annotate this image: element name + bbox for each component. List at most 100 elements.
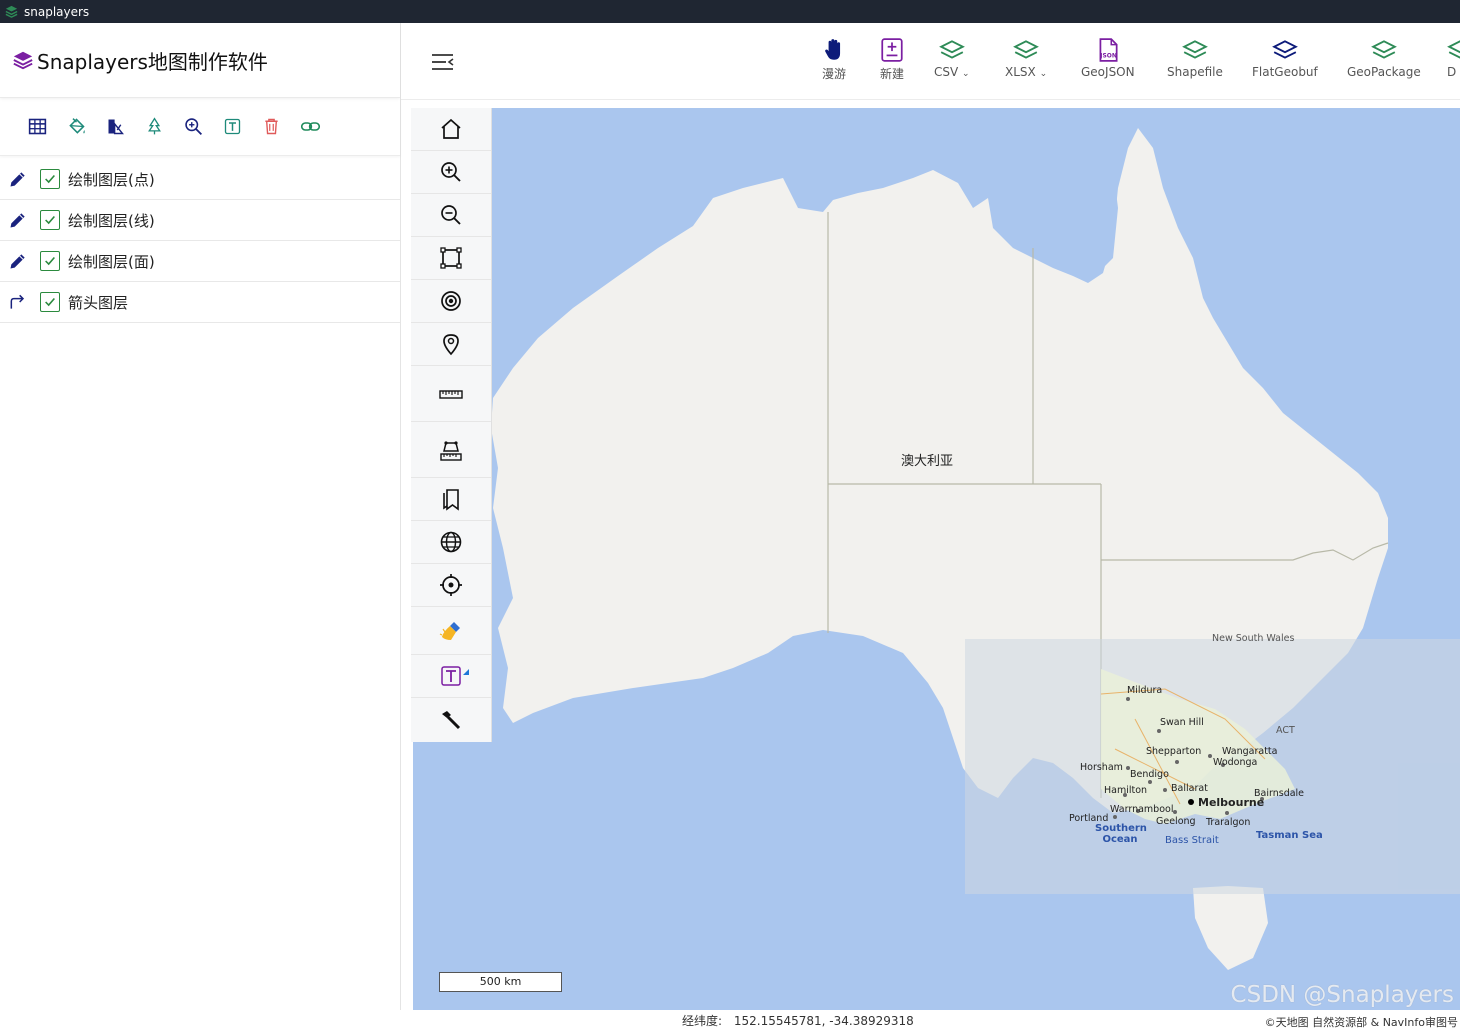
coordinate-label: 经纬度:: [682, 1014, 723, 1028]
inset-label-bass-strait: Bass Strait: [1165, 835, 1219, 846]
full-extent-button[interactable]: [411, 237, 491, 280]
zoom-in-button[interactable]: [411, 151, 491, 194]
link-button[interactable]: [291, 112, 330, 142]
style-fill-button[interactable]: [57, 112, 96, 142]
d-button[interactable]: D: [1447, 37, 1460, 87]
coordinate-value: 152.15545781, -34.38929318: [733, 1014, 914, 1028]
clear-button[interactable]: [411, 607, 491, 655]
new-label: 新建: [879, 67, 904, 81]
layer-name: 绘制图层(线): [68, 211, 155, 230]
layer-item[interactable]: 绘制图层(面): [0, 241, 400, 282]
hammer-icon: [442, 710, 461, 729]
geopackage-button[interactable]: GeoPackage: [1347, 37, 1421, 87]
inset-label-wodonga: Wodonga: [1213, 757, 1258, 768]
inset-label-swan-hill: Swan Hill: [1160, 717, 1204, 728]
layer-name: 箭头图层: [68, 293, 129, 312]
csv-button[interactable]: CSV ⌄: [934, 37, 970, 87]
bookmark-button[interactable]: [411, 478, 491, 521]
location-pin-button[interactable]: [411, 323, 491, 366]
delete-layer-button[interactable]: [252, 112, 291, 142]
symbology-button[interactable]: [96, 112, 135, 142]
measure-area-button[interactable]: [411, 422, 491, 478]
text-tool-button[interactable]: [411, 655, 491, 698]
globe-icon: [440, 531, 462, 553]
layer-checkbox[interactable]: [40, 210, 60, 230]
layer-name: 绘制图层(面): [68, 252, 155, 271]
pencil-icon[interactable]: [8, 251, 28, 271]
extent-icon: [440, 247, 462, 269]
home-icon: [441, 118, 461, 139]
bookmark-icon: [443, 489, 459, 511]
arrow-turn-icon: [8, 292, 28, 312]
text-tool-icon: [441, 666, 461, 686]
layers-icon: [938, 40, 965, 59]
pan-button[interactable]: 漫游: [821, 37, 847, 87]
inset-label-traralgon: Traralgon: [1206, 817, 1251, 828]
style-icon: [108, 119, 124, 135]
text-icon: [224, 118, 241, 135]
layers-icon: [1447, 40, 1460, 59]
window-title: snaplayers: [24, 4, 90, 19]
hammer-button[interactable]: [411, 698, 491, 741]
country-label: 澳大利亚: [901, 454, 954, 469]
inset-map: New South Wales Mildura Swan Hill ACT Sh…: [965, 633, 1460, 894]
label-button[interactable]: [213, 112, 252, 142]
inset-label-hamilton: Hamilton: [1104, 785, 1148, 796]
zoom-to-layer-button[interactable]: [174, 112, 213, 142]
flatgeobuf-button[interactable]: FlatGeobuf: [1252, 37, 1318, 87]
zoom-to-layer-icon: [185, 118, 202, 135]
geojson-label: GeoJSON: [1081, 65, 1135, 79]
watermark: CSDN @Snaplayers: [1230, 982, 1454, 1008]
inset-label-act: ACT: [1276, 725, 1295, 736]
map-canvas[interactable]: 澳大利亚 New South Wales Mildura Swan Hill A…: [413, 108, 1460, 1010]
measure-distance-button[interactable]: [411, 366, 491, 422]
home-button[interactable]: [411, 108, 491, 151]
locate-icon: [440, 574, 462, 596]
json-file-icon: JSON: [1099, 38, 1118, 62]
measure-area-icon: [440, 440, 462, 461]
layers-icon: [1271, 40, 1298, 59]
new-file-icon: [881, 38, 903, 62]
shapefile-button[interactable]: Shapefile: [1167, 37, 1223, 87]
zoom-out-button[interactable]: [411, 194, 491, 237]
inset-label-bendigo: Bendigo: [1130, 769, 1169, 780]
dropdown-corner-icon: [463, 669, 469, 675]
target-button[interactable]: [411, 280, 491, 323]
measure-distance-icon: [439, 389, 463, 399]
table-button[interactable]: [18, 112, 57, 142]
new-button[interactable]: 新建: [879, 37, 905, 87]
tree-button[interactable]: [135, 112, 174, 142]
location-pin-icon: [443, 334, 459, 356]
pencil-icon[interactable]: [8, 210, 28, 230]
layer-item[interactable]: 绘制图层(点): [0, 159, 400, 200]
layer-checkbox[interactable]: [40, 251, 60, 271]
layers-logo-icon: [13, 51, 33, 70]
target-icon: [441, 291, 461, 311]
pencil-icon[interactable]: [8, 169, 28, 189]
layer-item[interactable]: 箭头图层: [0, 282, 400, 323]
layers-icon: [1370, 40, 1397, 59]
geopackage-label: GeoPackage: [1347, 65, 1421, 79]
main-toolbar: 漫游 新建 CSV ⌄ XLSX ⌄ JSON GeoJSON Shapefil…: [401, 23, 1460, 100]
locate-button[interactable]: [411, 564, 491, 607]
inset-label-nsw: New South Wales: [1212, 633, 1295, 644]
layer-checkbox[interactable]: [40, 169, 60, 189]
delete-icon: [265, 118, 278, 135]
inset-label-melbourne: Melbourne: [1198, 796, 1265, 809]
inset-label-horsham: Horsham: [1080, 762, 1123, 773]
globe-button[interactable]: [411, 521, 491, 564]
xlsx-button[interactable]: XLSX ⌄: [1005, 37, 1047, 87]
table-icon: [28, 118, 47, 135]
d-label: D: [1447, 65, 1457, 79]
layer-name: 绘制图层(点): [68, 170, 155, 189]
geojson-button[interactable]: JSON GeoJSON: [1081, 37, 1135, 87]
layers-icon: [1013, 40, 1039, 59]
flatgeobuf-label: FlatGeobuf: [1252, 65, 1318, 79]
layer-item[interactable]: 绘制图层(线): [0, 200, 400, 241]
layers-icon: [1182, 40, 1208, 59]
layer-checkbox[interactable]: [40, 292, 60, 312]
sidebar: Snaplayers地图制作软件 绘制图层(点) 绘制图层(线) 绘制图层(面)…: [0, 23, 401, 1010]
map-attribution: ©天地图 自然资源部 & NavInfo审图号: [1262, 1014, 1460, 1030]
inset-label-mildura: Mildura: [1127, 685, 1163, 696]
menu-collapse-icon[interactable]: [431, 51, 455, 73]
